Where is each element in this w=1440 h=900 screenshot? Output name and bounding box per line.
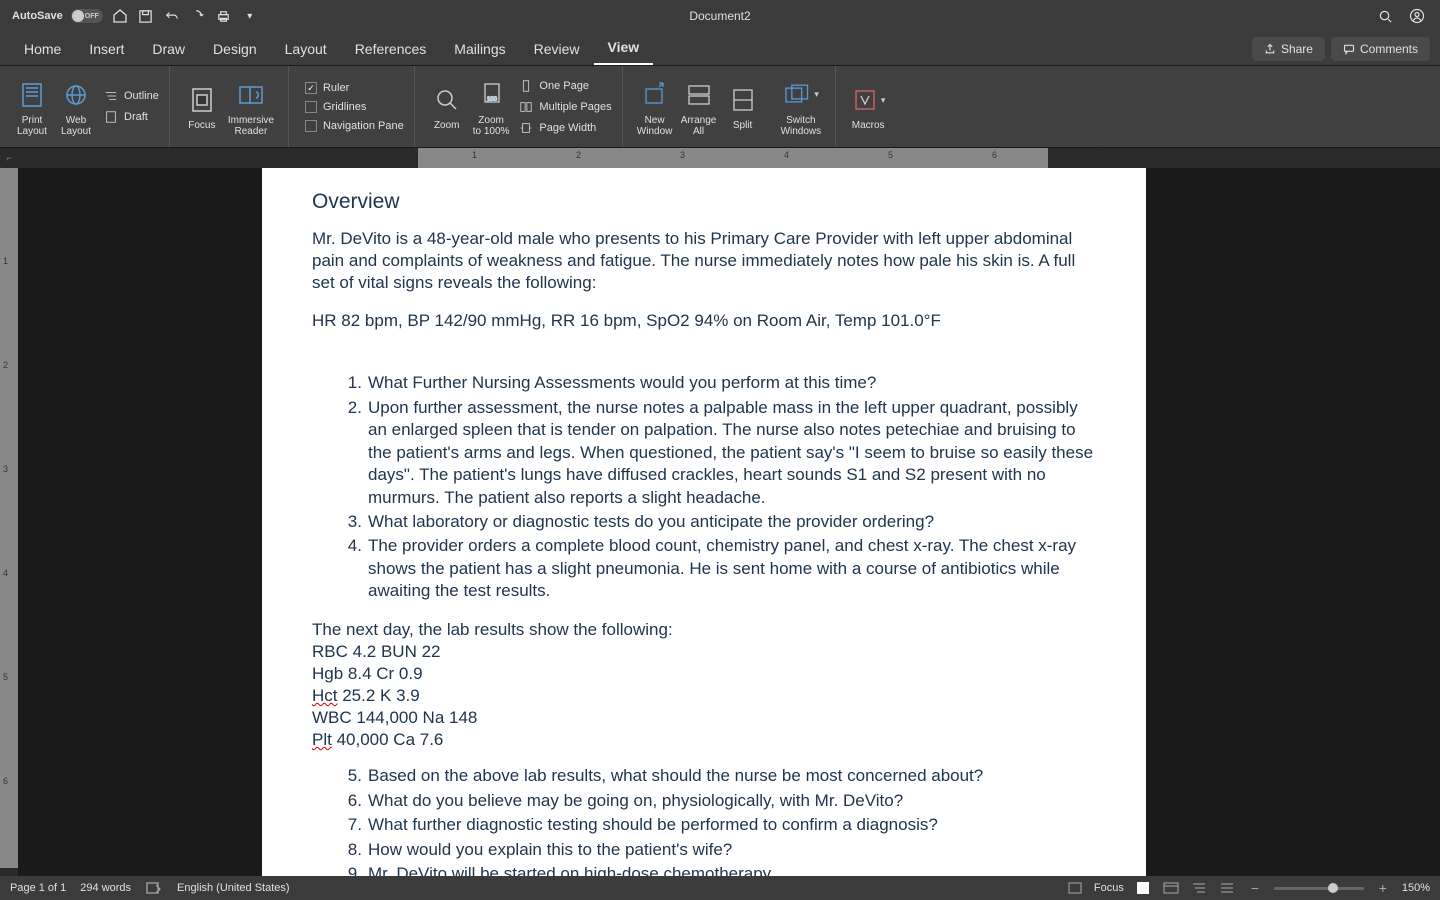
question-1: What Further Nursing Assessments would y…	[368, 372, 1096, 394]
vertical-ruler[interactable]: 1 2 3 4 5 6	[0, 168, 18, 876]
lab-line-3: Hct 25.2 K 3.9	[312, 685, 1096, 707]
zoom-100-button[interactable]: 100 Zoom to 100%	[469, 77, 514, 137]
tab-layout[interactable]: Layout	[271, 33, 341, 65]
zoom-out-button[interactable]: −	[1246, 879, 1264, 897]
zoom-handle[interactable]	[1328, 883, 1338, 893]
document-canvas[interactable]: Overview Mr. DeVito is a 48-year-old mal…	[18, 168, 1440, 876]
lab-line-2: Hgb 8.4 Cr 0.9	[312, 663, 1096, 685]
focus-icon	[184, 82, 220, 118]
checkbox-icon	[305, 101, 317, 113]
macros-icon: ▾	[850, 82, 886, 118]
zoom-in-button[interactable]: +	[1374, 879, 1392, 897]
titlebar: AutoSave OFF ▾ Document2	[0, 0, 1440, 32]
focus-mode-icon[interactable]	[1066, 879, 1084, 897]
horizontal-ruler[interactable]: ⌐ 1 2 3 4 5 6 7	[0, 148, 1440, 168]
print-layout-view-icon[interactable]	[1134, 879, 1152, 897]
autosave-label: AutoSave	[12, 10, 63, 22]
new-window-button[interactable]: New Window	[633, 77, 677, 137]
share-button[interactable]: Share	[1252, 37, 1325, 61]
split-icon	[725, 82, 761, 118]
undo-icon[interactable]	[163, 7, 181, 25]
document-page[interactable]: Overview Mr. DeVito is a 48-year-old mal…	[262, 168, 1146, 876]
focus-button[interactable]: Focus	[180, 82, 224, 131]
page-width-button[interactable]: Page Width	[519, 118, 611, 138]
zoom-icon	[429, 82, 465, 118]
svg-text:100: 100	[487, 97, 498, 103]
save-icon[interactable]	[137, 7, 155, 25]
paragraph-intro: Mr. DeVito is a 48-year-old male who pre…	[312, 228, 1096, 294]
switch-windows-icon: ▾	[783, 77, 819, 113]
web-layout-icon	[58, 77, 94, 113]
status-words[interactable]: 294 words	[80, 882, 131, 894]
new-window-icon	[637, 77, 673, 113]
home-icon[interactable]	[111, 7, 129, 25]
heading-overview: Overview	[312, 190, 1096, 214]
customize-qat-icon[interactable]: ▾	[241, 7, 259, 25]
tab-references[interactable]: References	[341, 33, 441, 65]
outline-view-icon[interactable]	[1190, 879, 1208, 897]
question-4: The provider orders a complete blood cou…	[368, 535, 1096, 602]
switch-windows-button[interactable]: ▾ Switch Windows	[777, 77, 826, 137]
print-layout-button[interactable]: Print Layout	[10, 77, 54, 137]
arrange-all-button[interactable]: Arrange All	[677, 77, 721, 137]
zoom-100-icon: 100	[473, 77, 509, 113]
question-2: Upon further assessment, the nurse notes…	[368, 397, 1096, 509]
immersive-icon	[233, 77, 269, 113]
tab-review[interactable]: Review	[520, 33, 594, 65]
tab-insert[interactable]: Insert	[75, 33, 138, 65]
tab-draw[interactable]: Draw	[138, 33, 199, 65]
statusbar: Page 1 of 1 294 words English (United St…	[0, 876, 1440, 900]
question-5: Based on the above lab results, what sho…	[368, 765, 1096, 787]
lab-intro: The next day, the lab results show the f…	[312, 619, 1096, 641]
paragraph-vitals: HR 82 bpm, BP 142/90 mmHg, RR 16 bpm, Sp…	[312, 310, 1096, 332]
immersive-reader-button[interactable]: Immersive Reader	[224, 77, 278, 137]
web-layout-view-icon[interactable]	[1162, 879, 1180, 897]
checkbox-checked-icon	[305, 82, 317, 94]
comments-button[interactable]: Comments	[1331, 37, 1430, 61]
tab-view[interactable]: View	[594, 31, 654, 65]
zoom-level[interactable]: 150%	[1402, 882, 1430, 894]
status-page[interactable]: Page 1 of 1	[10, 882, 66, 894]
navigation-pane-checkbox[interactable]: Navigation Pane	[305, 117, 404, 135]
question-3: What laboratory or diagnostic tests do y…	[368, 511, 1096, 533]
macros-button[interactable]: ▾ Macros	[846, 82, 890, 131]
ribbon-tabs: Home Insert Draw Design Layout Reference…	[0, 32, 1440, 66]
ruler-corner: ⌐	[0, 148, 18, 168]
question-9: Mr. DeVito will be started on high-dose …	[368, 863, 1096, 876]
tab-design[interactable]: Design	[199, 33, 271, 65]
document-title: Document2	[689, 9, 750, 23]
status-language[interactable]: English (United States)	[177, 882, 290, 894]
print-layout-icon	[14, 77, 50, 113]
gridlines-checkbox[interactable]: Gridlines	[305, 98, 404, 116]
draft-button[interactable]: Draft	[104, 107, 159, 127]
status-focus[interactable]: Focus	[1094, 882, 1124, 894]
print-icon[interactable]	[215, 7, 233, 25]
ribbon: Print Layout Web Layout Outline Draft Fo…	[0, 66, 1440, 148]
zoom-slider[interactable]	[1274, 887, 1364, 890]
question-7: What further diagnostic testing should b…	[368, 814, 1096, 836]
ruler-checkbox[interactable]: Ruler	[305, 79, 404, 97]
outline-button[interactable]: Outline	[104, 86, 159, 106]
lab-line-1: RBC 4.2 BUN 22	[312, 641, 1096, 663]
arrange-icon	[681, 77, 717, 113]
draft-view-icon[interactable]	[1218, 879, 1236, 897]
checkbox-icon	[305, 120, 317, 132]
split-button[interactable]: Split	[721, 82, 765, 131]
search-icon[interactable]	[1376, 7, 1394, 25]
account-icon[interactable]	[1408, 7, 1426, 25]
question-8: How would you explain this to the patien…	[368, 839, 1096, 861]
web-layout-button[interactable]: Web Layout	[54, 77, 98, 137]
multiple-pages-button[interactable]: Multiple Pages	[519, 97, 611, 117]
lab-line-4: WBC 144,000 Na 148	[312, 707, 1096, 729]
zoom-button[interactable]: Zoom	[425, 82, 469, 131]
autosave-toggle[interactable]: OFF	[71, 9, 103, 23]
tab-home[interactable]: Home	[10, 33, 75, 65]
lab-line-5: Plt 40,000 Ca 7.6	[312, 729, 1096, 751]
question-6: What do you believe may be going on, phy…	[368, 790, 1096, 812]
spellcheck-icon[interactable]	[145, 879, 163, 897]
redo-icon[interactable]	[189, 7, 207, 25]
one-page-button[interactable]: One Page	[519, 76, 611, 96]
tab-mailings[interactable]: Mailings	[440, 33, 519, 65]
